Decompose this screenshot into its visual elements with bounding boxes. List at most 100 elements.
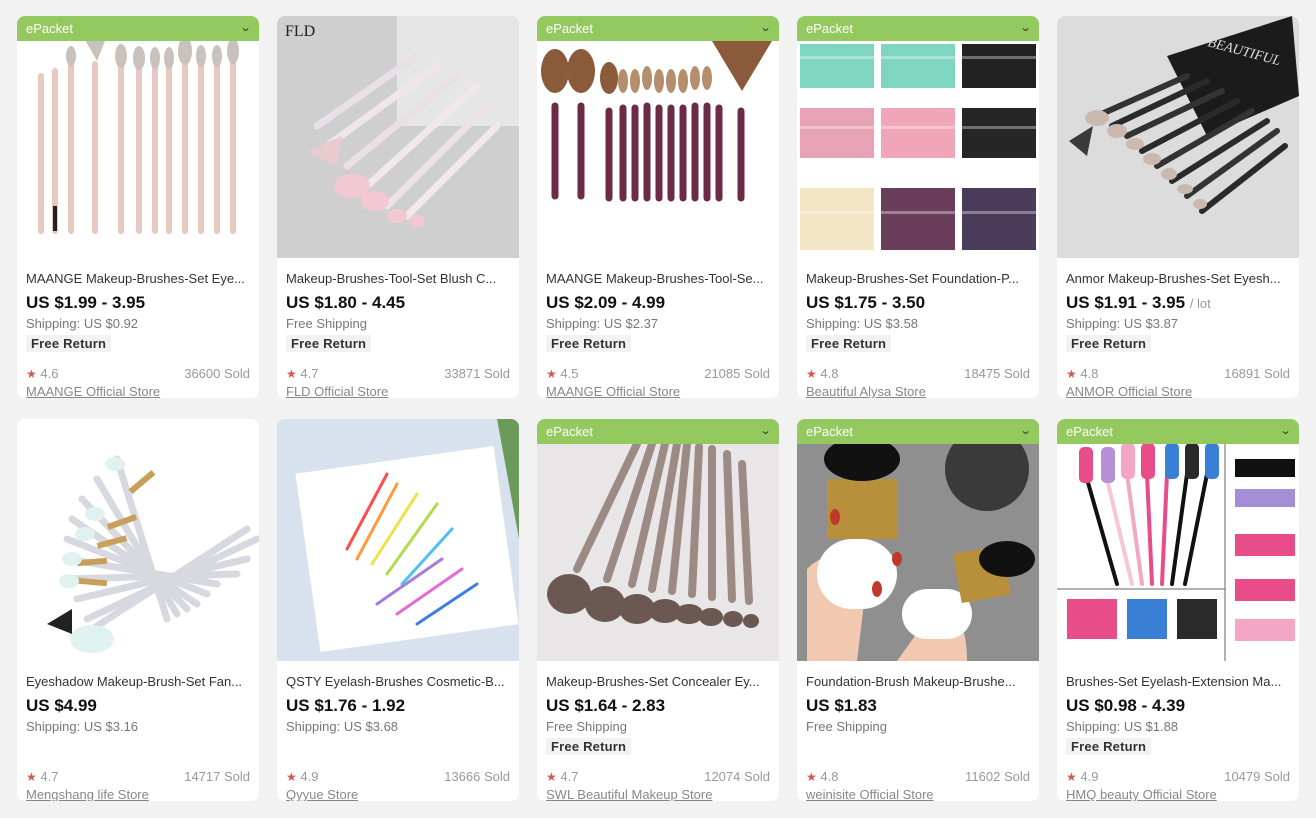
shipping-info: Shipping: US $3.87 — [1066, 316, 1179, 331]
free-return-badge: Free Return — [546, 738, 632, 755]
product-card[interactable]: ePacket ⌄ — [1057, 419, 1299, 801]
product-price: US $1.64 - 2.83 — [546, 696, 666, 715]
product-image[interactable]: ePacket ⌄ — [537, 419, 779, 661]
free-return-badge: Free Return — [806, 335, 892, 352]
sold-count: 14717 Sold — [184, 769, 250, 784]
rating-value: 4.8 — [1080, 366, 1099, 381]
sold-count: 18475 Sold — [964, 366, 1030, 381]
free-return-badge: Free Return — [286, 335, 372, 352]
star-icon: ★ — [546, 367, 557, 381]
epacket-badge: ePacket ⌄ — [537, 419, 779, 444]
product-title[interactable]: Eyeshadow Makeup-Brush-Set Fan... — [26, 674, 250, 690]
store-link[interactable]: Qyyue Store — [286, 787, 358, 801]
product-title[interactable]: Makeup-Brushes-Tool-Set Blush C... — [286, 271, 510, 287]
product-image[interactable]: ePacket ⌄ — [537, 16, 779, 258]
epacket-label: ePacket — [546, 424, 593, 439]
product-title[interactable]: Makeup-Brushes-Set Foundation-P... — [806, 271, 1030, 287]
product-price: US $1.91 - 3.95 / lot — [1066, 293, 1211, 312]
epacket-label: ePacket — [806, 424, 853, 439]
free-return-badge: Free Return — [1066, 738, 1152, 755]
product-card[interactable]: QSTY Eyelash-Brushes Cosmetic-B... US $1… — [277, 419, 519, 801]
product-image[interactable] — [277, 419, 519, 661]
sold-count: 11602 Sold — [965, 769, 1030, 784]
star-icon: ★ — [26, 770, 37, 784]
star-icon: ★ — [286, 367, 297, 381]
shipping-info: Shipping: US $3.68 — [286, 719, 399, 734]
product-image[interactable]: ePacket ⌄ — [797, 16, 1039, 258]
epacket-badge: ePacket ⌄ — [537, 16, 779, 41]
brand-logo-text: FLD — [285, 23, 315, 40]
product-image[interactable]: ePacket ⌄ — [797, 419, 1039, 661]
product-title[interactable]: Anmor Makeup-Brushes-Set Eyesh... — [1066, 271, 1290, 287]
rating-value: 4.9 — [1080, 769, 1099, 784]
chevron-down-icon[interactable]: ⌄ — [1019, 419, 1031, 444]
rating-value: 4.8 — [820, 366, 839, 381]
store-link[interactable]: ANMOR Official Store — [1066, 384, 1192, 398]
store-link[interactable]: Beautiful Alysa Store — [806, 384, 926, 398]
product-card[interactable]: BEAUTIFUL Anmor Makeup-Brushes-Set Eyesh… — [1057, 16, 1299, 398]
shipping-info: Shipping: US $3.16 — [26, 719, 139, 734]
product-card[interactable]: Eyeshadow Makeup-Brush-Set Fan... US $4.… — [17, 419, 259, 801]
store-link[interactable]: MAANGE Official Store — [546, 384, 680, 398]
shipping-info: Shipping: US $0.92 — [26, 316, 139, 331]
chevron-down-icon[interactable]: ⌄ — [1019, 16, 1031, 41]
chevron-down-icon[interactable]: ⌄ — [1279, 419, 1291, 444]
product-card[interactable]: ePacket ⌄ — [797, 16, 1039, 398]
brush-set-illustration — [537, 419, 779, 661]
rating-value: 4.6 — [40, 366, 59, 381]
product-card[interactable]: ePacket ⌄ Foundation-Brush Makeup-Brushe… — [797, 419, 1039, 801]
rating-value: 4.5 — [560, 366, 579, 381]
product-card[interactable]: ePacket ⌄ — [537, 419, 779, 801]
product-image[interactable]: ePacket ⌄ — [17, 16, 259, 258]
star-icon: ★ — [546, 770, 557, 784]
product-image[interactable]: FLD — [277, 16, 519, 258]
rating-row: ★ 4.7 14717 Sold — [26, 769, 250, 785]
sold-count: 16891 Sold — [1224, 366, 1290, 381]
epacket-label: ePacket — [26, 21, 73, 36]
product-title[interactable]: MAANGE Makeup-Brushes-Tool-Se... — [546, 271, 770, 287]
epacket-badge: ePacket ⌄ — [17, 16, 259, 41]
price-unit: / lot — [1189, 296, 1211, 311]
sold-count: 12074 Sold — [704, 769, 770, 784]
product-grid: ePacket ⌄ MAANGE Makeup-Brushes-Set Eye.… — [17, 16, 1299, 801]
shipping-info: Free Shipping — [806, 719, 887, 734]
free-return-badge: Free Return — [26, 335, 112, 352]
chevron-down-icon[interactable]: ⌄ — [239, 16, 251, 41]
rating-row: ★ 4.7 33871 Sold — [286, 366, 510, 382]
brush-set-illustration: BEAUTIFUL — [1057, 16, 1299, 258]
rating-value: 4.7 — [560, 769, 579, 784]
product-price: US $1.76 - 1.92 — [286, 696, 406, 715]
brush-grid-illustration — [797, 16, 1039, 258]
chevron-down-icon[interactable]: ⌄ — [759, 419, 771, 444]
product-card[interactable]: ePacket ⌄ — [537, 16, 779, 398]
epacket-badge: ePacket ⌄ — [797, 16, 1039, 41]
product-image[interactable]: BEAUTIFUL — [1057, 16, 1299, 258]
product-image[interactable] — [17, 419, 259, 661]
product-price: US $1.99 - 3.95 — [26, 293, 146, 312]
store-link[interactable]: FLD Official Store — [286, 384, 388, 398]
product-price: US $4.99 — [26, 696, 97, 715]
rating-row: ★ 4.7 12074 Sold — [546, 769, 770, 785]
store-link[interactable]: Mengshang life Store — [26, 787, 149, 801]
rating-row: ★ 4.5 21085 Sold — [546, 366, 770, 382]
rating-value: 4.8 — [820, 769, 839, 784]
product-title[interactable]: MAANGE Makeup-Brushes-Set Eye... — [26, 271, 250, 287]
product-title[interactable]: Foundation-Brush Makeup-Brushe... — [806, 674, 1030, 690]
brush-set-illustration — [17, 419, 259, 661]
product-image[interactable]: ePacket ⌄ — [1057, 419, 1299, 661]
product-title[interactable]: Makeup-Brushes-Set Concealer Ey... — [546, 674, 770, 690]
rating-value: 4.7 — [300, 366, 319, 381]
store-link[interactable]: weinisite Official Store — [806, 787, 934, 801]
product-price: US $1.80 - 4.45 — [286, 293, 406, 312]
rating-row: ★ 4.9 13666 Sold — [286, 769, 510, 785]
store-link[interactable]: HMQ beauty Official Store — [1066, 787, 1217, 801]
product-title[interactable]: QSTY Eyelash-Brushes Cosmetic-B... — [286, 674, 510, 690]
store-link[interactable]: MAANGE Official Store — [26, 384, 160, 398]
product-card[interactable]: FLD Makeup-Brushes-Tool-Set Blush C... U… — [277, 16, 519, 398]
store-link[interactable]: SWL Beautiful Makeup Store — [546, 787, 712, 801]
product-card[interactable]: ePacket ⌄ — [17, 16, 259, 398]
product-title[interactable]: Brushes-Set Eyelash-Extension Ma... — [1066, 674, 1290, 690]
epacket-label: ePacket — [1066, 424, 1113, 439]
shipping-info: Shipping: US $2.37 — [546, 316, 659, 331]
chevron-down-icon[interactable]: ⌄ — [759, 16, 771, 41]
